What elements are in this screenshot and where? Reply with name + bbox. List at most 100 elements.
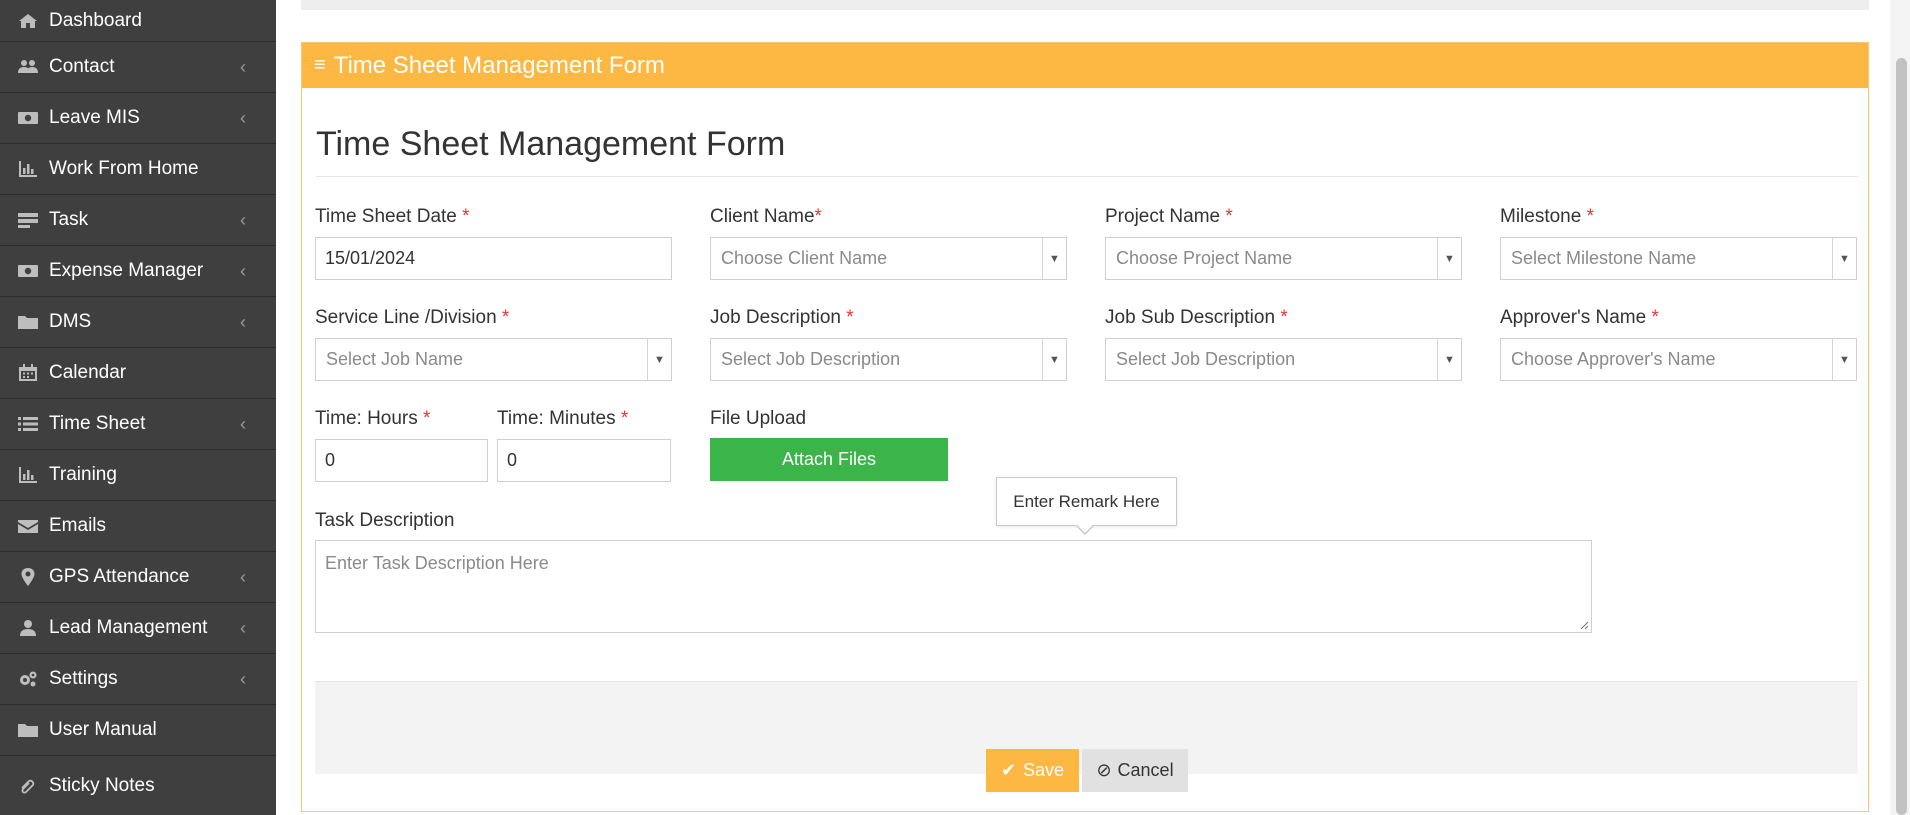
sidebar-item-label: Emails xyxy=(49,515,107,536)
job-description-label: Job Description * xyxy=(710,307,854,328)
attach-files-button[interactable]: Attach Files xyxy=(710,438,948,481)
sidebar-item-gps-attendance[interactable]: GPS Attendance ‹ xyxy=(0,552,276,603)
check-icon: ✔ xyxy=(1000,760,1017,780)
task-description-label: Task Description xyxy=(315,510,455,531)
sidebar-item-time-sheet[interactable]: Time Sheet ‹ xyxy=(0,399,276,450)
folder-icon xyxy=(16,720,40,740)
task-description-textarea[interactable]: Enter Task Description Here xyxy=(315,540,1592,633)
sidebar-item-label: User Manual xyxy=(49,719,157,740)
user-icon xyxy=(16,618,40,638)
milestone-placeholder: Select Milestone Name xyxy=(1511,248,1697,268)
sidebar-item-label: Task xyxy=(49,209,89,230)
dropdown-arrow-icon: ▼ xyxy=(1042,238,1066,279)
sidebar-item-settings[interactable]: Settings ‹ xyxy=(0,654,276,705)
milestone-label: Milestone * xyxy=(1500,206,1595,227)
sidebar-item-training[interactable]: Training xyxy=(0,450,276,501)
chevron-left-icon: ‹ xyxy=(240,413,246,434)
money-icon xyxy=(16,108,40,128)
sidebar-item-label: Sticky Notes xyxy=(49,774,155,796)
time-hours-field[interactable]: 0 xyxy=(315,439,488,482)
client-name-label: Client Name* xyxy=(710,206,822,227)
scrollbar-thumb[interactable] xyxy=(1896,58,1907,815)
sidebar-item-sticky-notes[interactable]: Sticky Notes xyxy=(0,756,276,815)
client-name-select[interactable]: Choose Client Name ▼ xyxy=(710,237,1067,280)
job-description-placeholder: Select Job Description xyxy=(721,349,901,369)
chevron-left-icon: ‹ xyxy=(240,311,246,332)
sidebar-item-calendar[interactable]: Calendar xyxy=(0,348,276,399)
sidebar-item-label: Settings xyxy=(49,668,118,689)
sidebar-item-expense-manager[interactable]: Expense Manager ‹ xyxy=(0,246,276,297)
chevron-left-icon: ‹ xyxy=(240,209,246,230)
sidebar-item-work-from-home[interactable]: Work From Home xyxy=(0,144,276,195)
time-minutes-label: Time: Minutes * xyxy=(497,408,629,429)
chevron-left-icon: ‹ xyxy=(240,260,246,281)
chevron-left-icon: ‹ xyxy=(240,566,246,587)
sidebar-item-label: Lead Management xyxy=(49,617,208,638)
client-name-placeholder: Choose Client Name xyxy=(721,248,888,268)
project-name-select[interactable]: Choose Project Name ▼ xyxy=(1105,237,1462,280)
sidebar-item-emails[interactable]: Emails xyxy=(0,501,276,552)
cancel-label: Cancel xyxy=(1117,760,1174,780)
resize-handle-icon[interactable] xyxy=(1579,620,1589,630)
home-icon xyxy=(16,11,40,31)
remark-tooltip: Enter Remark Here xyxy=(996,477,1177,526)
dropdown-arrow-icon: ▼ xyxy=(1437,238,1461,279)
file-upload-label: File Upload xyxy=(710,408,807,429)
sidebar-item-user-manual[interactable]: User Manual xyxy=(0,705,276,756)
users-icon xyxy=(16,57,40,77)
sidebar-item-label: GPS Attendance xyxy=(49,566,190,587)
folder-icon xyxy=(16,312,40,332)
title-divider xyxy=(316,176,1858,177)
sidebar: Dashboard Contact ‹ Leave MIS ‹ Work Fro… xyxy=(0,0,276,815)
paperclip-icon xyxy=(16,776,40,796)
chevron-left-icon: ‹ xyxy=(240,617,246,638)
envelope-icon xyxy=(16,516,40,536)
time-minutes-field[interactable]: 0 xyxy=(497,439,671,482)
sidebar-item-dms[interactable]: DMS ‹ xyxy=(0,297,276,348)
sidebar-item-label: Time Sheet xyxy=(49,413,146,434)
chevron-left-icon: ‹ xyxy=(240,107,246,128)
time-hours-label: Time: Hours * xyxy=(315,408,431,429)
sidebar-item-label: Contact xyxy=(49,56,115,77)
task-description-placeholder: Enter Task Description Here xyxy=(325,553,549,573)
panel-header-title: Time Sheet Management Form xyxy=(333,51,665,79)
map-marker-icon xyxy=(16,567,40,587)
dropdown-arrow-icon: ▼ xyxy=(647,339,671,380)
save-label: Save xyxy=(1023,760,1065,780)
sidebar-item-contact[interactable]: Contact ‹ xyxy=(0,42,276,93)
job-description-select[interactable]: Select Job Description ▼ xyxy=(710,338,1067,381)
list-icon xyxy=(16,414,40,434)
sidebar-item-label: Training xyxy=(49,464,117,485)
tooltip-tail-inner xyxy=(1076,524,1094,533)
approver-name-select[interactable]: Choose Approver's Name ▼ xyxy=(1500,338,1857,381)
money-icon xyxy=(16,261,40,281)
cancel-button[interactable]: ⊘ Cancel xyxy=(1082,749,1188,792)
ban-icon: ⊘ xyxy=(1096,760,1112,780)
sidebar-item-label: Expense Manager xyxy=(49,260,204,281)
approver-name-label: Approver's Name * xyxy=(1500,307,1659,328)
sidebar-item-dashboard[interactable]: Dashboard xyxy=(0,0,276,42)
job-sub-description-placeholder: Select Job Description xyxy=(1116,349,1296,369)
timesheet-date-field[interactable]: 15/01/2024 xyxy=(315,237,672,280)
bars-icon: ≡ xyxy=(314,54,326,76)
chevron-left-icon: ‹ xyxy=(240,56,246,77)
sidebar-item-leave-mis[interactable]: Leave MIS ‹ xyxy=(0,93,276,144)
sidebar-item-lead-management[interactable]: Lead Management ‹ xyxy=(0,603,276,654)
service-line-select[interactable]: Select Job Name ▼ xyxy=(315,338,672,381)
timesheet-panel: ≡ Time Sheet Management Form Time Sheet … xyxy=(301,42,1869,812)
gears-icon xyxy=(16,669,40,689)
sidebar-item-task[interactable]: Task ‹ xyxy=(0,195,276,246)
milestone-select[interactable]: Select Milestone Name ▼ xyxy=(1500,237,1857,280)
calendar-icon xyxy=(16,363,40,383)
page-title: Time Sheet Management Form xyxy=(316,125,786,163)
service-line-placeholder: Select Job Name xyxy=(326,349,464,369)
top-strip xyxy=(301,0,1869,10)
job-sub-description-select[interactable]: Select Job Description ▼ xyxy=(1105,338,1462,381)
dropdown-arrow-icon: ▼ xyxy=(1832,339,1856,380)
tasks-icon xyxy=(16,210,40,230)
sidebar-item-label: Calendar xyxy=(49,362,127,383)
project-name-label: Project Name * xyxy=(1105,206,1233,227)
save-button[interactable]: ✔ Save xyxy=(986,749,1079,792)
dropdown-arrow-icon: ▼ xyxy=(1042,339,1066,380)
job-sub-description-label: Job Sub Description * xyxy=(1105,307,1288,328)
